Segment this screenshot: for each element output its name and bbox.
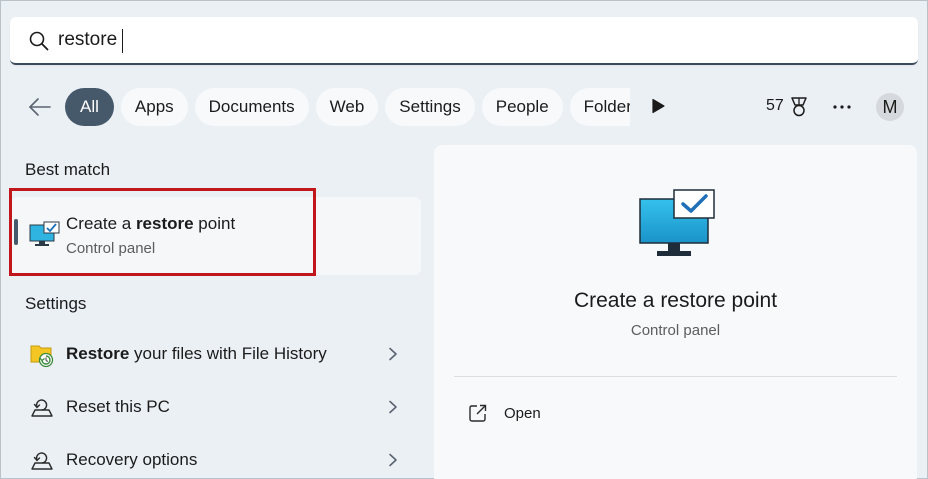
setting-label: Recovery options (66, 450, 198, 469)
rewards-points[interactable]: 57 (766, 97, 784, 115)
medal-icon[interactable] (789, 96, 809, 118)
setting-label: Restore your files with File History (66, 344, 327, 363)
search-bar[interactable] (10, 17, 918, 65)
setting-item-file-history[interactable]: Restore your files with File History (11, 330, 421, 378)
open-external-icon (469, 404, 487, 422)
search-input[interactable] (58, 25, 898, 55)
avatar[interactable]: M (876, 93, 904, 121)
preview-title: Create a restore point (573, 289, 778, 312)
filter-tabs: All Apps Documents Web Settings People F… (65, 88, 630, 128)
tab-all[interactable]: All (65, 88, 114, 126)
divider (454, 376, 897, 377)
more-horizontal-icon[interactable] (831, 97, 853, 117)
tab-settings[interactable]: Settings (385, 88, 475, 126)
reset-pc-icon (31, 399, 53, 417)
setting-item-recovery-options[interactable]: Recovery options (11, 436, 421, 479)
setting-item-reset-pc[interactable]: Reset this PC (11, 383, 421, 431)
search-icon (29, 31, 49, 51)
tab-apps[interactable]: Apps (120, 88, 188, 126)
annotation-highlight-box (9, 188, 316, 276)
text-caret (122, 29, 123, 53)
settings-heading: Settings (25, 294, 87, 313)
chevron-right-icon (389, 400, 397, 414)
chevron-right-icon (389, 347, 397, 361)
monitor-check-icon (639, 189, 715, 256)
file-history-icon (30, 345, 54, 368)
tab-folders[interactable]: Folders (569, 88, 630, 126)
open-button[interactable]: Open (468, 403, 668, 427)
tab-documents[interactable]: Documents (194, 88, 309, 126)
recovery-icon (31, 452, 53, 470)
preview-subtitle: Control panel (630, 322, 721, 339)
preview-panel: Create a restore point Control panel Ope… (434, 145, 917, 479)
play-icon[interactable] (649, 97, 667, 115)
setting-label: Reset this PC (66, 397, 170, 416)
chevron-right-icon (389, 453, 397, 467)
tab-web[interactable]: Web (315, 88, 379, 126)
best-match-heading: Best match (25, 160, 111, 179)
tab-people[interactable]: People (481, 88, 563, 126)
back-arrow-icon[interactable] (27, 94, 53, 120)
open-label: Open (504, 405, 541, 422)
